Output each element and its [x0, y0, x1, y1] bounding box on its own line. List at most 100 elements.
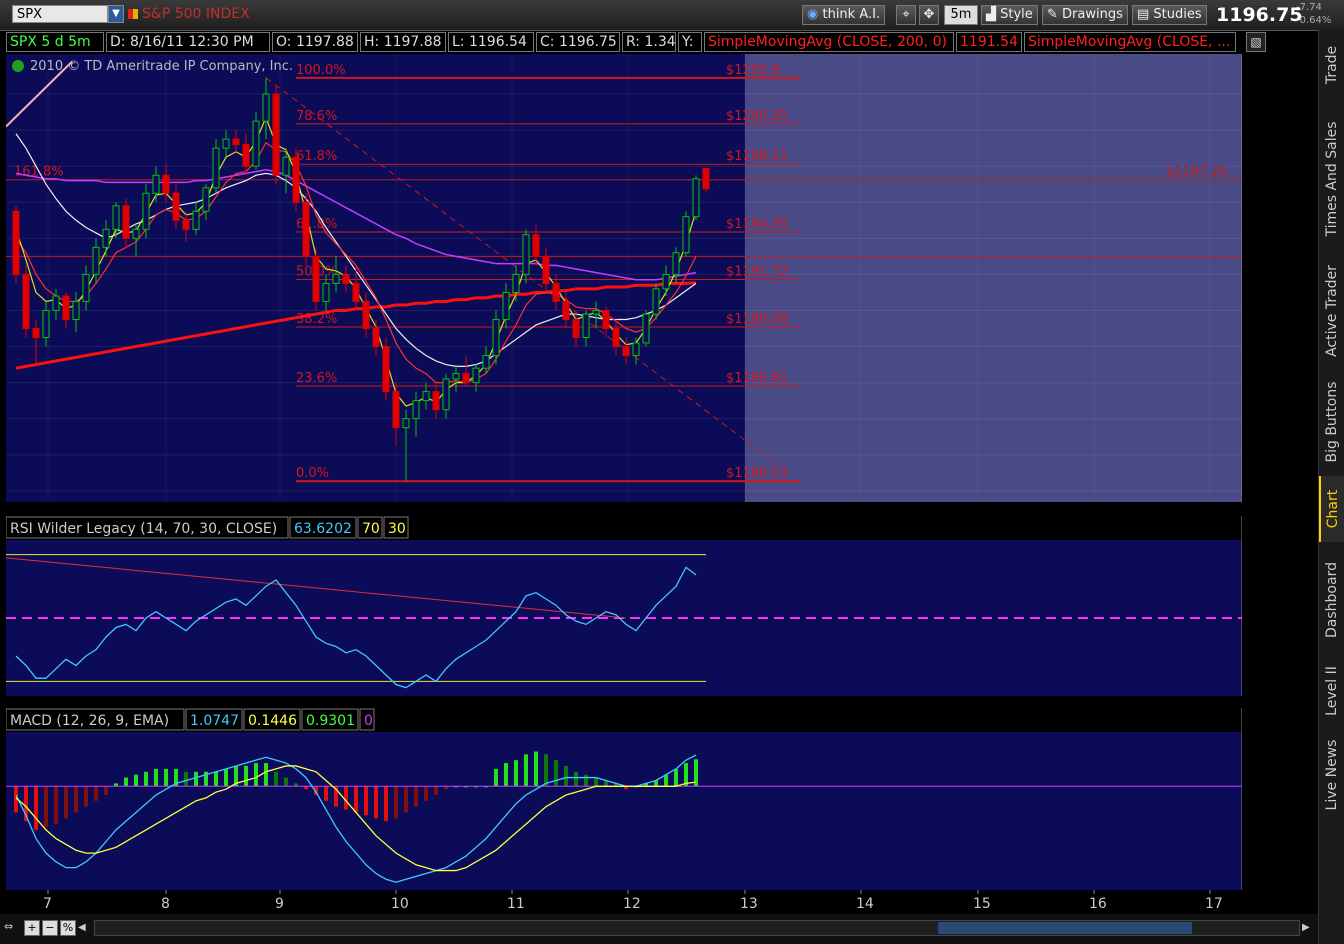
macd-histogram-bar — [574, 771, 578, 787]
candle-body — [572, 318, 580, 339]
style-button[interactable]: ▟ Style — [981, 5, 1038, 25]
bar-y: Y: — [678, 32, 702, 52]
rsi-legend-text: 30 — [388, 521, 406, 537]
candle-body — [652, 288, 660, 315]
studies-icon: ▤ — [1137, 7, 1154, 22]
crosshair-icon[interactable]: ⌖ — [896, 5, 916, 25]
macd-histogram-bar — [564, 765, 568, 787]
sma2-label: SimpleMovingAvg (CLOSE, ... — [1024, 32, 1236, 52]
macd-histogram-bar — [424, 786, 428, 801]
macd-legend-text: 1.0747 — [190, 713, 239, 729]
macd-histogram-bar — [354, 786, 358, 813]
macd-histogram-bar — [124, 777, 128, 787]
rsi-legend-text: 63.6202 — [294, 521, 352, 537]
macd-legend: MACD (12, 26, 9, EMA) 1.0747 0.1446 0.9301 0 — [6, 708, 375, 731]
zoom-out-button[interactable]: − — [42, 920, 58, 936]
candle-body — [32, 327, 40, 339]
time-tick-label: 11 — [507, 896, 525, 912]
candle-body — [302, 201, 310, 257]
tab-chart[interactable]: Chart — [1319, 476, 1344, 542]
time-tick-label: 15 — [973, 896, 991, 912]
macd-histogram-bar — [44, 786, 48, 827]
candle-body — [602, 309, 610, 329]
candle-body — [412, 400, 420, 420]
tab-active-trader[interactable]: Active Trader — [1319, 256, 1344, 366]
candle-body — [72, 300, 80, 320]
zoom-in-button[interactable]: + — [24, 920, 40, 936]
macd-histogram-bar — [434, 786, 438, 796]
macd-histogram-bar — [264, 763, 268, 787]
fib-percent-label: 23.6% — [296, 371, 337, 386]
timeframe-button[interactable]: 5m — [944, 5, 978, 25]
tab-level-ii[interactable]: Level II — [1319, 656, 1344, 726]
macd-histogram-bar — [154, 768, 158, 787]
tab-times-and-sales-label: Times And Sales — [1324, 121, 1340, 237]
zoom-percent-button[interactable]: % — [60, 920, 76, 936]
think-ai-button[interactable]: ◉ think A.I. — [802, 5, 886, 25]
bar-low: L: 1196.54 — [448, 32, 534, 52]
candle-body — [382, 346, 390, 393]
candle-body — [152, 174, 160, 194]
macd-histogram-bar — [384, 786, 388, 822]
drawings-icon: ✎ — [1047, 7, 1063, 22]
tab-big-buttons[interactable]: Big Buttons — [1319, 370, 1344, 474]
symbol-input[interactable]: SPX — [12, 5, 108, 23]
macd-histogram-bar — [84, 786, 88, 807]
tab-live-news-label: Live News — [1324, 739, 1340, 811]
macd-legend-text: MACD (12, 26, 9, EMA) — [10, 713, 169, 729]
candle-body — [332, 273, 340, 284]
tab-dashboard[interactable]: Dashboard — [1319, 550, 1344, 650]
rsi-chart: RSI Wilder Legacy (14, 70, 30, CLOSE) 63.… — [6, 516, 1242, 696]
candle-body — [682, 216, 690, 254]
macd-histogram-bar — [494, 768, 498, 787]
drawings-label: Drawings — [1062, 7, 1123, 22]
macd-background — [6, 732, 1242, 890]
drawings-button[interactable]: ✎ Drawings — [1042, 5, 1128, 25]
macd-histogram-bar — [414, 786, 418, 807]
fib-price-label: $1200.35 — [726, 109, 788, 124]
macd-legend-text: 0 — [364, 713, 373, 729]
macd-histogram-bar — [214, 771, 218, 787]
scroll-left-icon[interactable]: ◀ — [78, 920, 92, 936]
drag-handle-icon[interactable]: ⇔ — [4, 920, 22, 936]
candle-body — [272, 93, 280, 176]
candle-body — [702, 167, 710, 190]
tab-trade[interactable]: Trade — [1319, 30, 1344, 100]
tab-level-ii-label: Level II — [1324, 666, 1340, 716]
candle-body — [582, 313, 590, 339]
copyright-icon — [12, 60, 24, 72]
symbol-dropdown-icon[interactable]: ▼ — [108, 5, 124, 23]
macd-legend-text: 0.1446 — [248, 713, 297, 729]
tab-live-news[interactable]: Live News — [1319, 730, 1344, 820]
tab-times-and-sales[interactable]: Times And Sales — [1319, 104, 1344, 254]
macd-histogram-bar — [524, 754, 528, 787]
macd-histogram-bar — [94, 786, 98, 801]
time-tick-label: 14 — [856, 896, 874, 912]
think-ai-icon: ◉ — [807, 7, 823, 22]
macd-histogram-bar — [34, 786, 38, 830]
tab-dashboard-label: Dashboard — [1324, 562, 1340, 638]
candle-body — [452, 373, 460, 380]
candle-body — [322, 282, 330, 302]
tab-trade-label: Trade — [1324, 45, 1340, 85]
macd-histogram-bar — [534, 751, 538, 787]
candle-body — [492, 318, 500, 357]
pan-icon[interactable]: ✥ — [919, 5, 939, 25]
fib-price-label: $1202.9 — [726, 63, 780, 78]
chart-settings-icon[interactable]: ▧ — [1246, 32, 1266, 52]
candle-body — [672, 252, 680, 275]
candle-body — [52, 295, 60, 311]
time-tick-label: 9 — [275, 896, 284, 912]
macd-histogram-bar — [554, 760, 558, 787]
fib-percent-label: 100.0% — [296, 63, 346, 78]
candle-body — [372, 327, 380, 348]
candle-body — [132, 228, 140, 239]
style-label: Style — [1000, 7, 1033, 22]
macd-histogram-bar — [284, 777, 288, 787]
studies-button[interactable]: ▤ Studies — [1132, 5, 1207, 25]
symbol-period: SPX 5 d 5m — [6, 32, 104, 52]
fib-percent-label: 61.8% — [296, 149, 337, 164]
scroll-right-icon[interactable]: ▶ — [1302, 920, 1316, 936]
candle-body — [562, 300, 570, 320]
scrollbar-thumb[interactable] — [938, 922, 1192, 934]
